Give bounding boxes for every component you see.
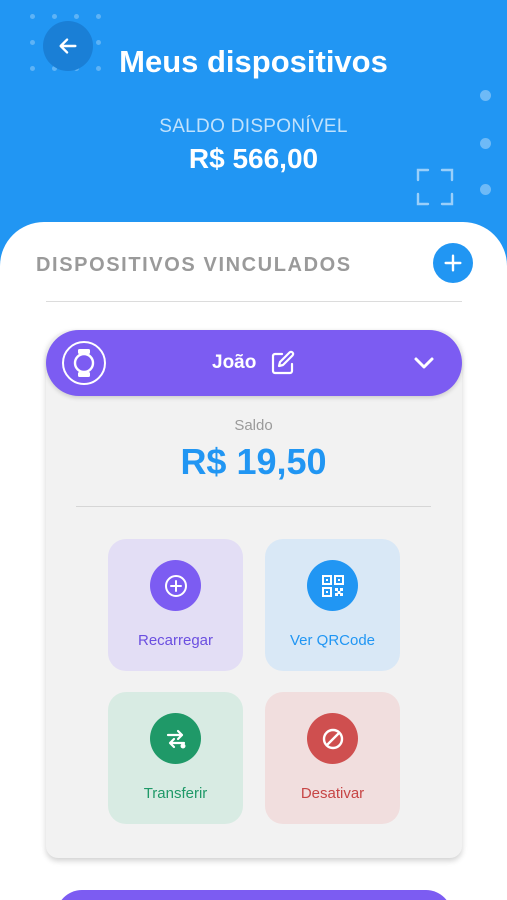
transfer-label: Transferir: [143, 785, 208, 802]
transfer-button[interactable]: Transferir: [108, 692, 243, 824]
view-qrcode-label: Ver QRCode: [289, 632, 376, 649]
device-balance-value: R$ 19,50: [180, 441, 327, 482]
decorative-dot: [480, 184, 491, 195]
decorative-dot: [480, 138, 491, 149]
qrcode-icon: [307, 560, 358, 611]
add-device-button[interactable]: [433, 243, 473, 283]
section-title: DISPOSITIVOS VINCULADOS: [36, 254, 352, 276]
view-qrcode-button[interactable]: Ver QRCode: [265, 539, 400, 671]
next-device-card-header[interactable]: [56, 890, 452, 900]
page-title: Meus dispositivos: [119, 44, 388, 79]
divider: [46, 301, 462, 302]
decorative-dot: [480, 90, 491, 101]
deactivate-button[interactable]: Desativar: [265, 692, 400, 824]
plus-circle-icon: [150, 560, 201, 611]
scan-frame-icon: [416, 168, 454, 206]
divider: [76, 506, 431, 507]
recharge-label: Recarregar: [137, 632, 214, 649]
recharge-button[interactable]: Recarregar: [108, 539, 243, 671]
chevron-down-icon[interactable]: [412, 352, 436, 374]
transfer-icon: [150, 713, 201, 764]
device-name: João: [212, 352, 257, 373]
device-balance-label: Saldo: [234, 417, 273, 434]
deactivate-label: Desativar: [300, 785, 365, 802]
block-icon: [307, 713, 358, 764]
edit-icon[interactable]: [270, 350, 296, 376]
plus-icon: [444, 254, 462, 272]
watch-icon: [62, 341, 106, 385]
available-balance-label: SALDO DISPONÍVEL: [159, 116, 348, 137]
